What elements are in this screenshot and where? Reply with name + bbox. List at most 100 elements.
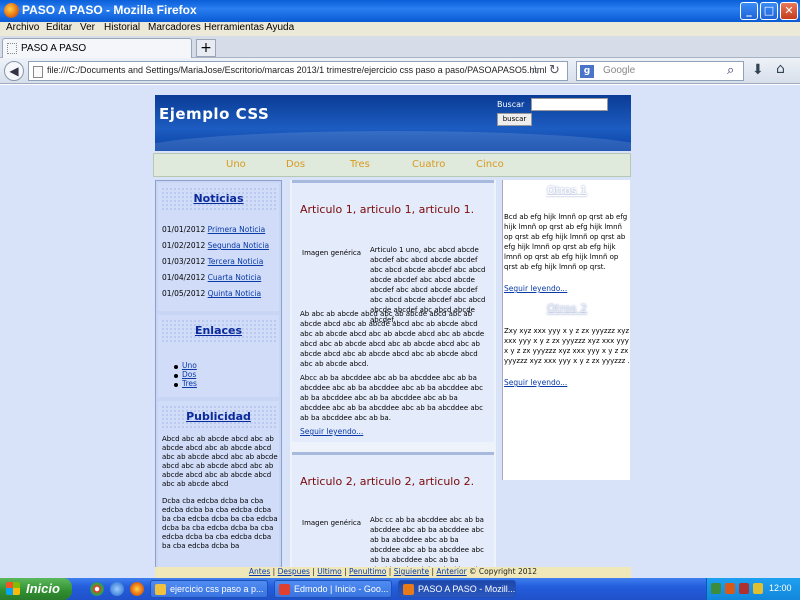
footer-link-ultimo[interactable]: Ultimo	[317, 567, 342, 576]
article-2-image: Imagen genérica	[302, 519, 362, 527]
tab-label: PASO A PASO	[21, 43, 87, 54]
chrome-window-icon	[279, 584, 290, 595]
start-label: Inicio	[26, 581, 60, 596]
bullet-icon	[174, 365, 178, 369]
tray-update-icon[interactable]	[725, 583, 735, 594]
noticias-header: Noticias	[161, 187, 276, 211]
enlaces-box: Enlaces Uno Dos Tres	[158, 315, 279, 397]
back-arrow-icon[interactable]: ◀	[4, 61, 24, 81]
menu-archivo[interactable]: Archivo	[6, 22, 39, 33]
nav-item-dos[interactable]: Dos	[286, 159, 305, 170]
article-2-title: Articulo 2, articulo 2, articulo 2.	[300, 475, 475, 488]
bookmark-star-icon[interactable]: ☆	[529, 63, 541, 78]
search-placeholder: Google	[603, 65, 636, 76]
enlace-tres[interactable]: Tres	[182, 379, 197, 388]
start-button[interactable]: Inicio	[0, 578, 72, 600]
enlace-uno[interactable]: Uno	[182, 361, 197, 370]
left-sidebar: Noticias 01/01/2012 Primera Noticia 01/0…	[155, 180, 282, 578]
search-box[interactable]: g Google ⌕	[576, 61, 744, 81]
download-arrow-icon[interactable]: ⬇	[752, 62, 764, 78]
taskbar-label: PASO A PASO - Mozill...	[418, 584, 516, 594]
publicidad-title[interactable]: Publicidad	[186, 410, 251, 423]
enlace-dos[interactable]: Dos	[182, 370, 196, 379]
publicidad-text-2: Dcba cba edcba dcba ba cba edcba dcba ba…	[162, 497, 278, 550]
footer-link-siguiente[interactable]: Siguiente	[394, 567, 429, 576]
minimize-button[interactable]: _	[740, 2, 758, 20]
footer-link-penultimo[interactable]: Penultimo	[349, 567, 386, 576]
chrome-icon[interactable]	[90, 582, 104, 596]
footer-link-anterior[interactable]: Anterior	[436, 567, 466, 576]
noticias-title[interactable]: Noticias	[193, 192, 243, 205]
new-tab-button[interactable]: +	[196, 39, 216, 57]
news-date: 01/01/2012	[162, 225, 206, 234]
internet-explorer-icon[interactable]	[110, 582, 124, 596]
maximize-button[interactable]: □	[760, 2, 778, 20]
page-search-input[interactable]	[531, 98, 608, 111]
publicidad-box: Publicidad Abcd abc ab abcde abcd abc ab…	[158, 401, 279, 578]
tray-antivirus-icon[interactable]	[739, 583, 749, 594]
magnifier-icon[interactable]: ⌕	[727, 63, 734, 78]
taskbar-button-edmodo[interactable]: Edmodo | Inicio - Goo...	[274, 580, 392, 598]
title-bar: PASO A PASO - Mozilla Firefox _ □ ✕	[0, 0, 800, 22]
home-icon[interactable]: ⌂	[776, 61, 785, 77]
news-date: 01/05/2012	[162, 289, 206, 298]
enlaces-header: Enlaces	[161, 319, 276, 343]
footer-link-despues[interactable]: Despues	[278, 567, 310, 576]
taskbar-button-paso-a-paso[interactable]: PASO A PASO - Mozill...	[398, 580, 516, 598]
otros-1-title[interactable]: Otros 1	[503, 184, 631, 197]
menu-ayuda[interactable]: Ayuda	[266, 22, 294, 33]
news-link[interactable]: Primera Noticia	[208, 225, 266, 234]
news-link[interactable]: Tercera Noticia	[208, 257, 264, 266]
article-1-title: Articulo 1, articulo 1, articulo 1.	[300, 203, 475, 216]
page-header: Ejemplo CSS Buscar buscar	[155, 95, 631, 151]
news-link[interactable]: Segunda Noticia	[208, 241, 269, 250]
news-item: 01/05/2012 Quinta Noticia	[162, 289, 261, 298]
nav-item-cuatro[interactable]: Cuatro	[412, 159, 445, 170]
close-button[interactable]: ✕	[780, 2, 798, 20]
tab-paso-a-paso[interactable]: PASO A PASO	[2, 38, 192, 58]
windows-logo-lower-icon	[6, 588, 20, 595]
tray-network-icon[interactable]	[711, 583, 721, 594]
firefox-quicklaunch-icon[interactable]	[130, 582, 144, 596]
reload-icon[interactable]: ↻	[549, 63, 560, 78]
article-1-paragraph-3: Abcc ab ba abcddee abc ab ba abcddee abc…	[300, 374, 483, 422]
noticias-box: Noticias 01/01/2012 Primera Noticia 01/0…	[158, 183, 279, 311]
enlaces-title[interactable]: Enlaces	[195, 324, 242, 337]
news-date: 01/03/2012	[162, 257, 206, 266]
footer-link-antes[interactable]: Antes	[249, 567, 270, 576]
footer-copyright: © Copyright 2012	[469, 567, 538, 576]
menu-ver[interactable]: Ver	[80, 22, 95, 33]
publicidad-header: Publicidad	[161, 405, 276, 429]
page-nav-menu: Uno Dos Tres Cuatro Cinco	[153, 153, 631, 177]
folder-icon	[155, 584, 166, 595]
address-bar[interactable]: file:///C:/Documents and Settings/MariaJ…	[28, 61, 568, 81]
bullet-icon	[174, 374, 178, 378]
tray-volume-icon[interactable]	[753, 583, 763, 594]
otros-2-read-more-link[interactable]: Seguir leyendo...	[504, 378, 567, 387]
news-item: 01/01/2012 Primera Noticia	[162, 225, 265, 234]
article-1-read-more-link[interactable]: Seguir leyendo...	[300, 427, 363, 436]
page-icon	[33, 66, 43, 78]
taskbar-label: ejercicio css paso a p...	[170, 584, 264, 594]
buscar-button[interactable]: buscar	[497, 113, 532, 126]
article-1-paragraph-2: Ab abc ab abcde abcd abc ab abcde abcd a…	[300, 310, 485, 368]
news-link[interactable]: Cuarta Noticia	[208, 273, 262, 282]
otros-1-read-more-link[interactable]: Seguir leyendo...	[504, 284, 567, 293]
menu-editar[interactable]: Editar	[46, 22, 72, 33]
nav-item-tres[interactable]: Tres	[350, 159, 370, 170]
page-viewport: Ejemplo CSS Buscar buscar Uno Dos Tres C…	[0, 85, 800, 578]
google-engine-icon[interactable]: g	[580, 65, 594, 78]
right-sidebar: Otros 1 Bcd ab efg hijk lmnñ op qrst ab …	[502, 180, 630, 480]
otros-2-title[interactable]: Otros 2	[503, 302, 631, 315]
menu-historial[interactable]: Historial	[104, 22, 140, 33]
menu-herramientas[interactable]: Herramientas	[204, 22, 264, 33]
nav-item-cinco[interactable]: Cinco	[476, 159, 504, 170]
taskbar-button-ejercicio[interactable]: ejercicio css paso a p...	[150, 580, 268, 598]
news-link[interactable]: Quinta Noticia	[208, 289, 261, 298]
nav-item-uno[interactable]: Uno	[226, 159, 246, 170]
clock: 12:00	[769, 583, 792, 593]
firefox-icon	[4, 3, 19, 18]
main-content: Articulo 1, articulo 1, articulo 1. Imag…	[290, 180, 496, 578]
menu-marcadores[interactable]: Marcadores	[148, 22, 201, 33]
article-2: Articulo 2, articulo 2, articulo 2. Imag…	[292, 452, 494, 578]
